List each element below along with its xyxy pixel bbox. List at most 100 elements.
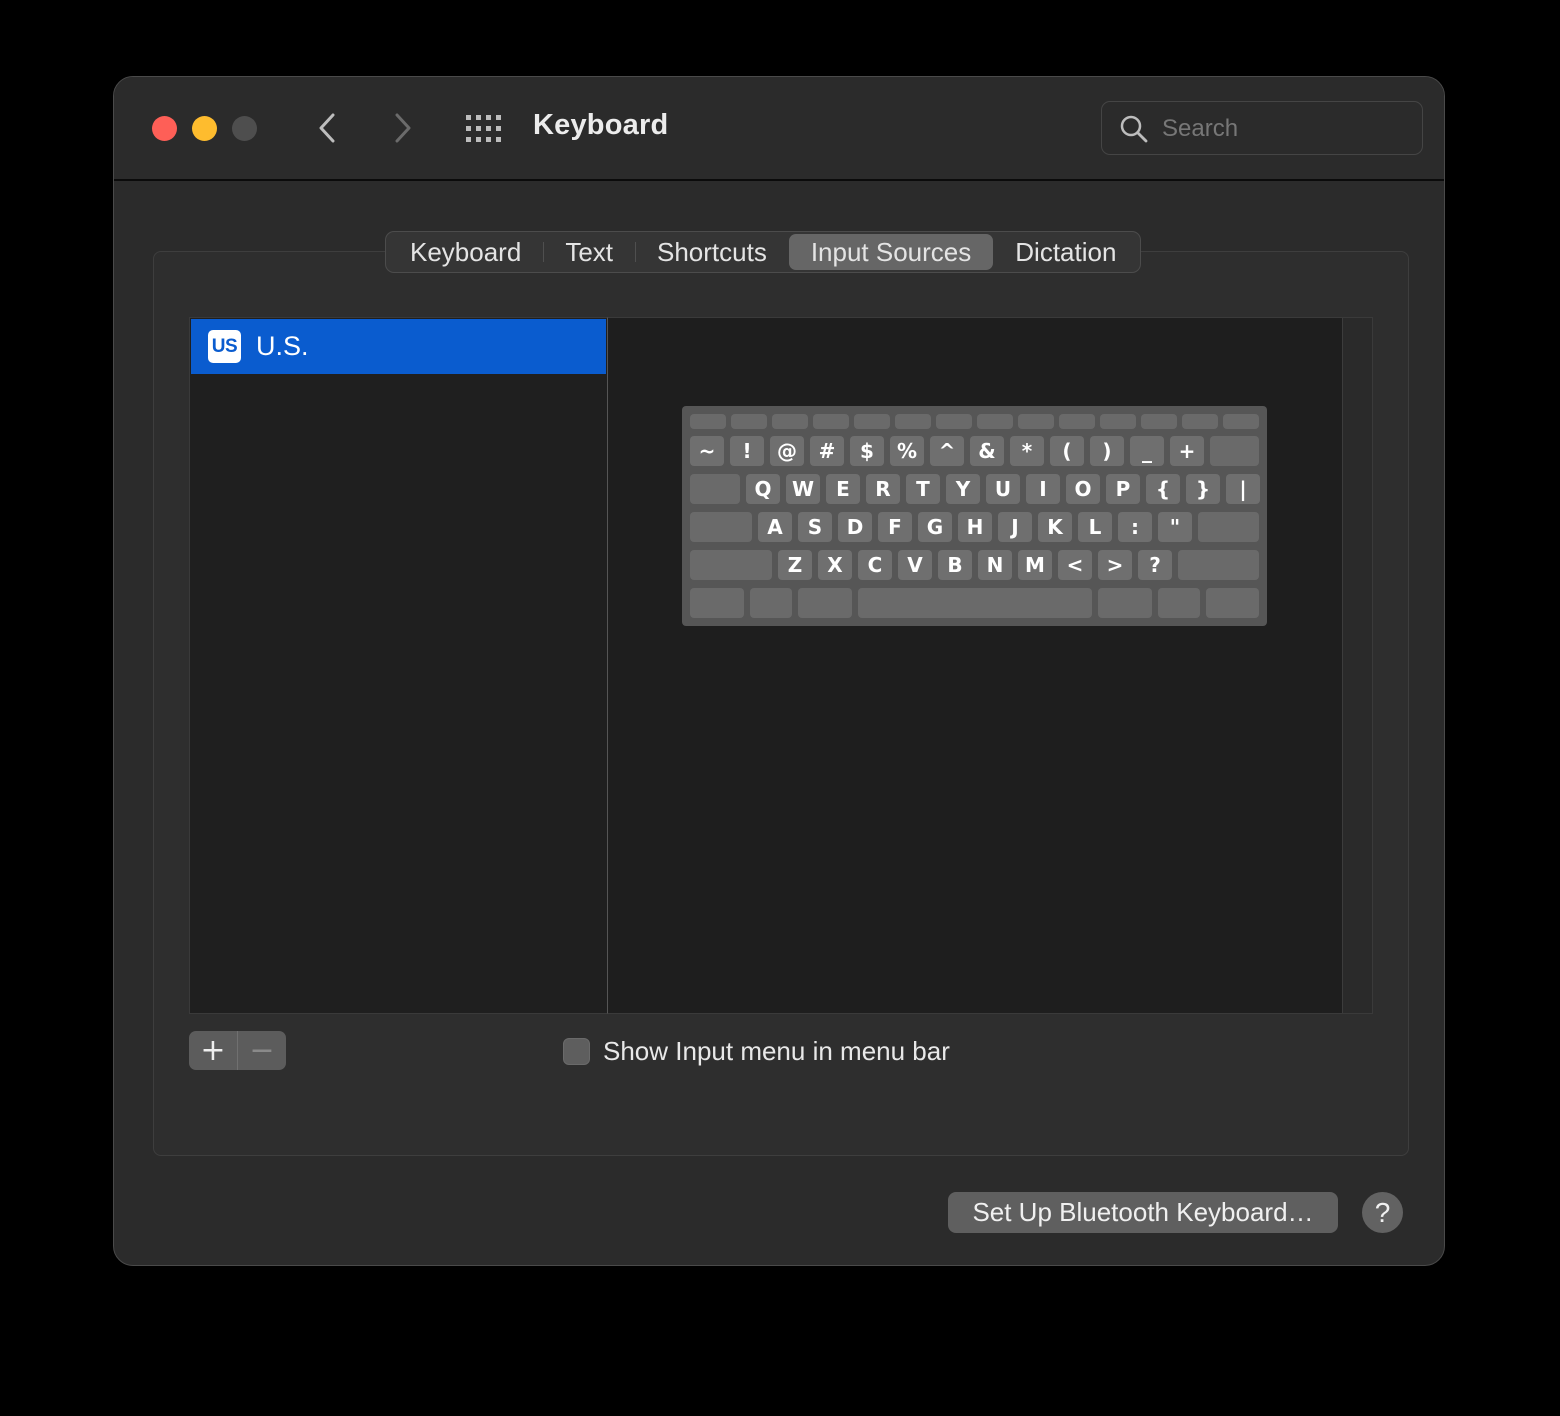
back-button[interactable]: [311, 111, 345, 145]
keyboard-key: L: [1078, 512, 1112, 542]
keyboard-key: <: [1058, 550, 1092, 580]
keyboard-key-blank: [1141, 414, 1177, 429]
keyboard-key: G: [918, 512, 952, 542]
keyboard-key-blank: [1059, 414, 1095, 429]
keyboard-key: }: [1186, 474, 1220, 504]
keyboard-key-blank: [772, 414, 808, 429]
keyboard-key: P: [1106, 474, 1140, 504]
keyboard-key: Y: [946, 474, 980, 504]
keyboard-key: @: [770, 436, 804, 466]
add-source-button[interactable]: +: [189, 1031, 237, 1070]
keyboard-key: I: [1026, 474, 1060, 504]
keyboard-key: T: [906, 474, 940, 504]
keyboard-key: ^: [930, 436, 964, 466]
keyboard-key: E: [826, 474, 860, 504]
us-flag-icon: US: [208, 330, 241, 363]
keyboard-key: _: [1130, 436, 1164, 466]
keyboard-key-blank: [690, 512, 752, 542]
keyboard-key-blank: [1182, 414, 1218, 429]
close-window-button[interactable]: [152, 116, 177, 141]
keyboard-key: V: [898, 550, 932, 580]
tab-dictation[interactable]: Dictation: [993, 232, 1138, 272]
keyboard-key-blank: [858, 588, 1092, 618]
add-remove-control: + −: [189, 1031, 286, 1070]
list-item[interactable]: US U.S.: [191, 319, 606, 374]
tab-shortcuts[interactable]: Shortcuts: [635, 232, 789, 272]
keyboard-key: H: [958, 512, 992, 542]
keyboard-key: +: [1170, 436, 1204, 466]
keyboard-key-blank: [1223, 414, 1259, 429]
show-input-menu-label: Show Input menu in menu bar: [603, 1036, 950, 1066]
keyboard-key-blank: [977, 414, 1013, 429]
keyboard-key: $: [850, 436, 884, 466]
keyboard-key: !: [730, 436, 764, 466]
search-input[interactable]: [1160, 110, 1414, 148]
keyboard-key-blank: [936, 414, 972, 429]
search-icon: [1120, 115, 1148, 143]
keyboard-key-blank: [1210, 436, 1259, 466]
chevron-left-icon: [319, 113, 335, 143]
search-field[interactable]: [1101, 101, 1423, 155]
keyboard-key-blank: [813, 414, 849, 429]
keyboard-key-blank: [1198, 512, 1259, 542]
remove-source-button[interactable]: −: [237, 1031, 286, 1070]
keyboard-key: J: [998, 512, 1032, 542]
keyboard-key: X: [818, 550, 852, 580]
keyboard-key: M: [1018, 550, 1052, 580]
keyboard-key-blank: [1100, 414, 1136, 429]
keyboard-key: F: [878, 512, 912, 542]
help-button[interactable]: ?: [1362, 1192, 1403, 1233]
source-label: U.S.: [256, 331, 309, 361]
tab-input-sources[interactable]: Input Sources: [788, 234, 994, 270]
keyboard-key: %: [890, 436, 924, 466]
forward-button[interactable]: [385, 111, 419, 145]
titlebar: Keyboard: [114, 77, 1444, 181]
show-input-menu-option[interactable]: Show Input menu in menu bar: [563, 1036, 950, 1067]
keyboard-key: A: [758, 512, 792, 542]
keyboard-key: #: [810, 436, 844, 466]
keyboard-preferences-window: Keyboard Keyboard Text Shortcuts Input S…: [113, 76, 1445, 1266]
keyboard-key: ~: [690, 436, 724, 466]
keyboard-key-blank: [1018, 414, 1054, 429]
keyboard-layout-preview: ~! @ # $% ^ & *() _ + Q W E R T Y U I O P{} | A S D F G H J K L: " Z X C…: [682, 406, 1267, 626]
keyboard-key-blank: [854, 414, 890, 429]
keyboard-key: S: [798, 512, 832, 542]
minimize-window-button[interactable]: [192, 116, 217, 141]
keyboard-key-blank: [750, 588, 792, 618]
keyboard-key: |: [1226, 474, 1260, 504]
keyboard-key: K: [1038, 512, 1072, 542]
keyboard-key: ": [1158, 512, 1192, 542]
scrollbar[interactable]: [1342, 318, 1372, 1013]
keyboard-key-blank: [690, 474, 740, 504]
tab-bar: Keyboard Text Shortcuts Input Sources Di…: [385, 231, 1142, 273]
keyboard-key: Z: [778, 550, 812, 580]
keyboard-key-blank: [1178, 550, 1259, 580]
grid-icon: [466, 115, 501, 142]
keyboard-key: C: [858, 550, 892, 580]
keyboard-key-blank: [1098, 588, 1152, 618]
keyboard-key: {: [1146, 474, 1180, 504]
chevron-right-icon: [395, 113, 411, 143]
keyboard-key: D: [838, 512, 872, 542]
keyboard-key: Q: [746, 474, 780, 504]
zoom-window-button[interactable]: [232, 116, 257, 141]
keyboard-key-blank: [1158, 588, 1200, 618]
keyboard-key-blank: [690, 588, 744, 618]
keyboard-key-blank: [1206, 588, 1259, 618]
keyboard-key: ?: [1138, 550, 1172, 580]
keyboard-key: N: [978, 550, 1012, 580]
setup-bluetooth-keyboard-button[interactable]: Set Up Bluetooth Keyboard…: [948, 1192, 1338, 1233]
keyboard-key-blank: [690, 550, 772, 580]
show-all-button[interactable]: [466, 115, 502, 143]
tab-keyboard[interactable]: Keyboard: [388, 232, 543, 272]
keyboard-key: *: [1010, 436, 1044, 466]
keyboard-key: U: [986, 474, 1020, 504]
keyboard-key: :: [1118, 512, 1152, 542]
keyboard-key-blank: [798, 588, 852, 618]
input-sources-list[interactable]: US U.S.: [189, 317, 608, 1014]
keyboard-key-blank: [731, 414, 767, 429]
show-input-menu-checkbox[interactable]: [563, 1038, 590, 1065]
tab-text[interactable]: Text: [543, 232, 635, 272]
keyboard-key: B: [938, 550, 972, 580]
keyboard-key: &: [970, 436, 1004, 466]
